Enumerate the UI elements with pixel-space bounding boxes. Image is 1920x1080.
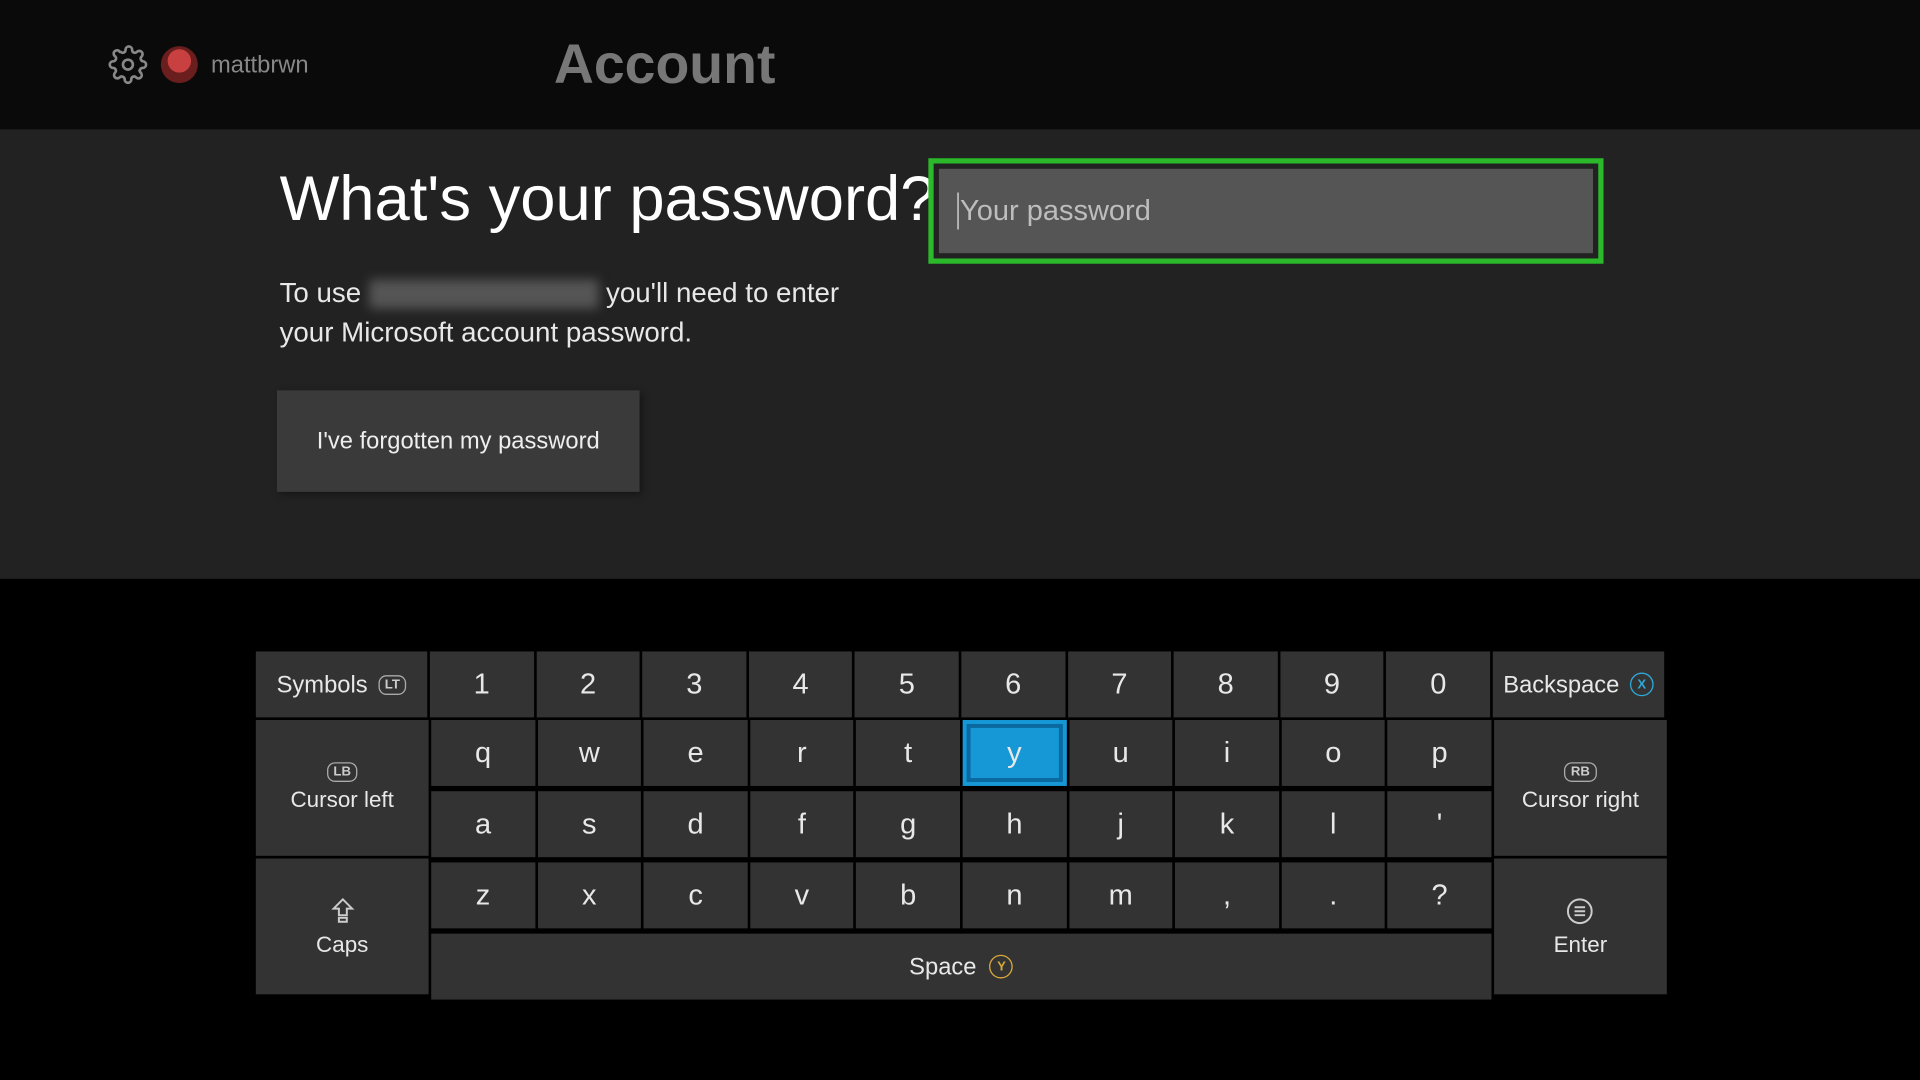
key-cursor-left-label: Cursor left [290, 787, 393, 813]
key-w[interactable]: w [537, 720, 641, 786]
key-s[interactable]: s [537, 791, 641, 857]
forgot-password-button[interactable]: I've forgotten my password [277, 390, 640, 492]
password-heading: What's your password? [280, 164, 936, 237]
password-placeholder: Your password [960, 194, 1151, 228]
key-'[interactable]: ' [1388, 791, 1492, 857]
key-cursor-right-label: Cursor right [1522, 787, 1639, 813]
key-b[interactable]: b [856, 862, 960, 928]
key-enter-label: Enter [1554, 932, 1608, 958]
key-e[interactable]: e [644, 720, 748, 786]
key-symbols-label: Symbols [277, 671, 368, 699]
key-4[interactable]: 4 [749, 651, 853, 717]
key-space[interactable]: Space Y [431, 934, 1491, 1000]
key-c[interactable]: c [644, 862, 748, 928]
rb-badge: RB [1564, 762, 1596, 782]
onscreen-keyboard: Symbols LT 1234567890 Backspace X LB Cur… [256, 651, 1664, 1002]
password-field-highlight: Your password [928, 158, 1603, 263]
caps-icon [326, 895, 358, 927]
key-u[interactable]: u [1069, 720, 1173, 786]
gear-icon [108, 45, 148, 85]
key-h[interactable]: h [963, 791, 1067, 857]
page-title: Account [480, 33, 775, 96]
key-5[interactable]: 5 [855, 651, 959, 717]
key-cursor-right[interactable]: RB Cursor right [1494, 720, 1667, 856]
key-o[interactable]: o [1281, 720, 1385, 786]
key-9[interactable]: 9 [1280, 651, 1384, 717]
key-caps[interactable]: Caps [256, 858, 429, 994]
key-y[interactable]: y [963, 720, 1067, 786]
keyboard-area: Symbols LT 1234567890 Backspace X LB Cur… [0, 579, 1920, 1080]
key-7[interactable]: 7 [1068, 651, 1172, 717]
lb-badge: LB [327, 762, 358, 782]
lt-badge: LT [378, 675, 406, 695]
key-symbols[interactable]: Symbols LT [256, 651, 427, 717]
key-cursor-left[interactable]: LB Cursor left [256, 720, 429, 856]
key-3[interactable]: 3 [642, 651, 746, 717]
avatar [161, 46, 198, 83]
x-badge: X [1630, 673, 1654, 697]
key-6[interactable]: 6 [961, 651, 1065, 717]
key-.[interactable]: . [1281, 862, 1385, 928]
key-g[interactable]: g [856, 791, 960, 857]
key-a[interactable]: a [431, 791, 535, 857]
text-caret [957, 193, 958, 230]
forgot-password-label: I've forgotten my password [317, 427, 600, 455]
key-8[interactable]: 8 [1174, 651, 1278, 717]
key-p[interactable]: p [1388, 720, 1492, 786]
header-bar: mattbrwn Account [0, 0, 1920, 129]
key-k[interactable]: k [1175, 791, 1279, 857]
menu-icon [1565, 895, 1597, 927]
password-help-text: To use you'll need to enter your Microso… [280, 274, 900, 354]
password-input[interactable]: Your password [939, 169, 1593, 253]
key-q[interactable]: q [431, 720, 535, 786]
key-n[interactable]: n [963, 862, 1067, 928]
content-panel: What's your password? To use you'll need… [0, 129, 1920, 579]
key-m[interactable]: m [1069, 862, 1173, 928]
key-l[interactable]: l [1281, 791, 1385, 857]
username-label: mattbrwn [211, 51, 309, 79]
key-backspace-label: Backspace [1503, 671, 1619, 699]
redacted-email [369, 280, 598, 309]
key-f[interactable]: f [750, 791, 854, 857]
key-i[interactable]: i [1175, 720, 1279, 786]
key-j[interactable]: j [1069, 791, 1173, 857]
key-v[interactable]: v [750, 862, 854, 928]
key-?[interactable]: ? [1388, 862, 1492, 928]
key-r[interactable]: r [750, 720, 854, 786]
key-backspace[interactable]: Backspace X [1493, 651, 1664, 717]
key-x[interactable]: x [537, 862, 641, 928]
key-caps-label: Caps [316, 932, 368, 958]
key-,[interactable]: , [1175, 862, 1279, 928]
key-2[interactable]: 2 [536, 651, 640, 717]
key-enter[interactable]: Enter [1494, 858, 1667, 994]
key-d[interactable]: d [644, 791, 748, 857]
key-space-label: Space [909, 953, 976, 981]
header-user: mattbrwn [0, 45, 480, 85]
y-badge: Y [990, 955, 1014, 979]
key-t[interactable]: t [856, 720, 960, 786]
key-1[interactable]: 1 [430, 651, 534, 717]
help-pre: To use [280, 278, 369, 308]
key-z[interactable]: z [431, 862, 535, 928]
key-0[interactable]: 0 [1386, 651, 1490, 717]
